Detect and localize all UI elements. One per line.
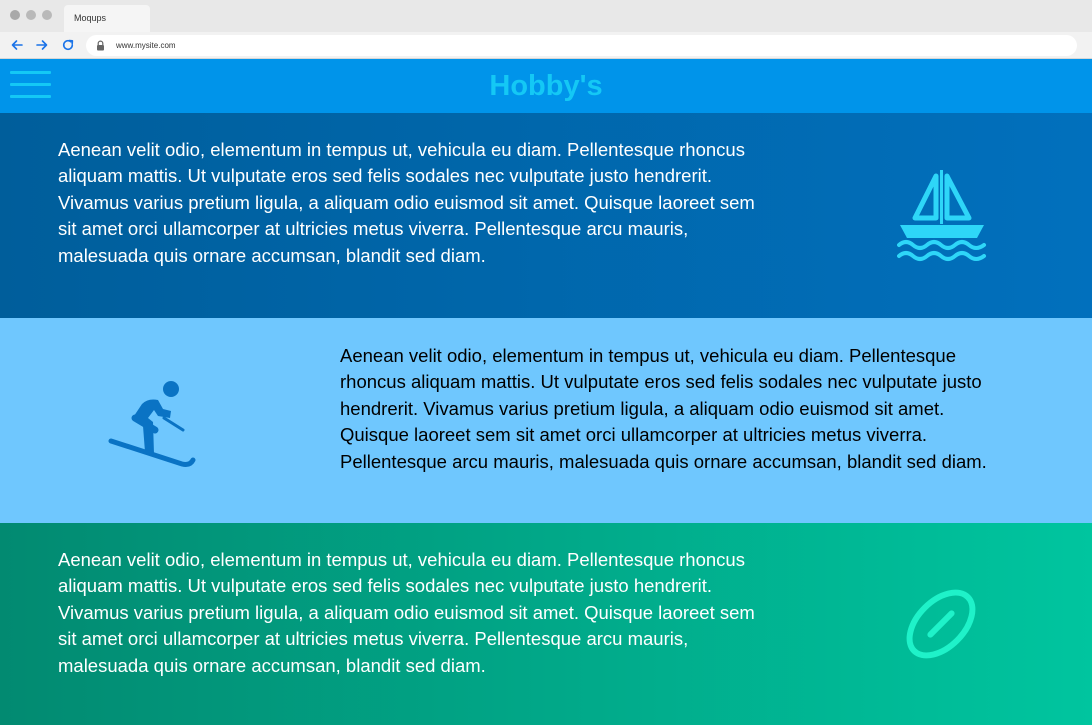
browser-tab[interactable]: Moqups [64,5,150,32]
hobby-section-football: Aenean velit odio, elementum in tempus u… [0,523,1092,725]
football-icon [906,589,976,659]
url-text: www.mysite.com [116,41,176,50]
skiing-icon [108,381,196,467]
sailboat-icon [897,170,986,261]
site-header: Hobby's [0,59,1092,113]
window-maximize-control[interactable] [42,10,52,20]
hobby-description: Aenean velit odio, elementum in tempus u… [58,549,755,676]
url-field[interactable]: www.mysite.com [86,35,1077,56]
hobby-description: Aenean velit odio, elementum in tempus u… [340,345,987,472]
reload-icon[interactable] [61,38,75,52]
hobby-description: Aenean velit odio, elementum in tempus u… [58,139,755,266]
forward-arrow-icon[interactable] [35,38,49,52]
back-arrow-icon[interactable] [10,38,24,52]
page-title: Hobby's [489,70,603,102]
browser-address-bar: www.mysite.com [0,32,1092,59]
window-close-control[interactable] [10,10,20,20]
lock-icon [97,40,104,51]
hobby-section-sailing: Aenean velit odio, elementum in tempus u… [0,113,1092,318]
browser-titlebar: Moqups [0,0,1092,32]
window-minimize-control[interactable] [26,10,36,20]
browser-tab-title: Moqups [74,13,107,23]
hobby-section-skiing: Aenean velit odio, elementum in tempus u… [0,318,1092,523]
